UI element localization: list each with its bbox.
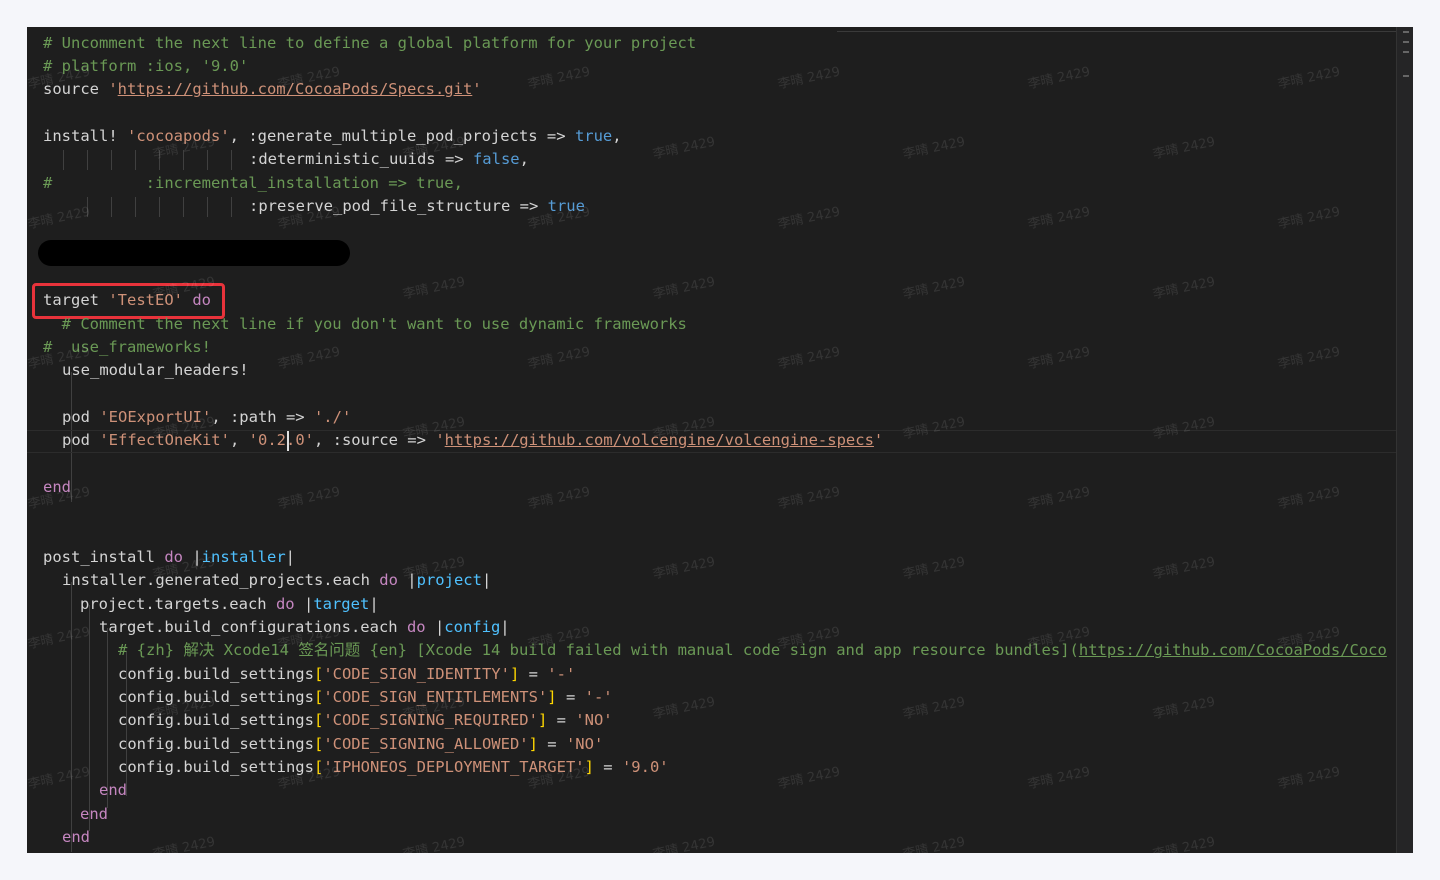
code-line-24: project.targets.each do |target| [80,595,379,613]
redacted-text-bar [38,240,350,266]
alignment-guide [183,197,184,217]
watermark-text: 李晴 2429 [651,274,717,303]
scroll-marker [1403,31,1409,33]
code-line-2: # platform :ios, '9.0' [43,57,249,75]
code-editor[interactable]: # Uncomment the next line to define a gl… [27,27,1413,853]
code-line-33: end [80,805,108,823]
alignment-guide [87,197,88,217]
watermark-text: 李晴 2429 [651,834,717,853]
watermark-text: 李晴 2429 [1276,344,1342,373]
code-line-32: end [99,781,127,799]
alignment-guide [231,150,232,170]
watermark-text: 李晴 2429 [1151,834,1217,853]
watermark-text: 李晴 2429 [901,134,967,163]
alignment-guide [87,150,88,170]
code-line-14: use_modular_headers! [62,361,249,379]
watermark-text: 李晴 2429 [1276,484,1342,513]
watermark-text: 李晴 2429 [776,204,842,233]
code-line-31: config.build_settings['IPHONEOS_DEPLOYME… [118,758,669,776]
code-line-3: source 'https://github.com/CocoaPods/Spe… [43,80,482,98]
text-cursor [287,431,289,451]
watermark-text: 李晴 2429 [901,274,967,303]
watermark-text: 李晴 2429 [526,344,592,373]
code-line-23: installer.generated_projects.each do |pr… [62,571,492,589]
watermark-text: 李晴 2429 [526,64,592,93]
alignment-guide [63,150,64,170]
watermark-text: 李晴 2429 [651,694,717,723]
watermark-text: 李晴 2429 [1276,204,1342,233]
alignment-guide [159,197,160,217]
alignment-guide [207,197,208,217]
code-line-30: config.build_settings['CODE_SIGNING_ALLO… [118,735,604,753]
code-line-25: target.build_configurations.each do |con… [99,618,510,636]
code-line-17: pod 'EffectOneKit', '0.2.0', :source => … [62,431,884,449]
code-line-26: # {zh} 解决 Xcode14 签名问题 {en} [Xcode 14 bu… [118,641,1387,659]
watermark-text: 李晴 2429 [1026,64,1092,93]
watermark-text: 李晴 2429 [276,484,342,513]
alignment-guide [135,197,136,217]
watermark-text: 李晴 2429 [1151,274,1217,303]
code-line-34: end [62,828,90,846]
code-line-29: config.build_settings['CODE_SIGNING_REQU… [118,711,613,729]
watermark-text: 李晴 2429 [1276,764,1342,793]
code-line-6: :deterministic_uuids => false, [249,150,529,168]
watermark-text: 李晴 2429 [27,764,92,793]
watermark-text: 李晴 2429 [526,484,592,513]
watermark-text: 李晴 2429 [901,554,967,583]
code-line-5: install! 'cocoapods', :generate_multiple… [43,127,622,145]
scroll-marker [1403,41,1409,43]
watermark-text: 李晴 2429 [776,344,842,373]
watermark-text: 李晴 2429 [27,624,92,653]
alignment-guide [207,150,208,170]
watermark-text: 李晴 2429 [651,554,717,583]
watermark-text: 李晴 2429 [1026,484,1092,513]
watermark-text: 李晴 2429 [776,764,842,793]
alignment-guide [111,150,112,170]
code-line-7: # :incremental_installation => true, [43,174,463,192]
watermark-text: 李晴 2429 [1151,134,1217,163]
cocoapods-issue-link[interactable]: https://github.com/CocoaPods/Coco [1079,641,1387,659]
scroll-marker [1403,51,1409,53]
watermark-text: 李晴 2429 [276,344,342,373]
code-line-22: post_install do |installer| [43,548,296,566]
watermark-text: 李晴 2429 [1276,64,1342,93]
watermark-text: 李晴 2429 [1026,204,1092,233]
indent-guide [71,582,72,852]
alignment-guide [231,197,232,217]
code-line-12: # Comment the next line if you don't wan… [43,315,687,333]
watermark-text: 李晴 2429 [1151,554,1217,583]
code-line-27: config.build_settings['CODE_SIGN_IDENTIT… [118,665,576,683]
code-line-16: pod 'EOExportUI', :path => './' [62,408,352,426]
watermark-text: 李晴 2429 [151,834,217,853]
watermark-text: 李晴 2429 [401,834,467,853]
watermark-text: 李晴 2429 [401,274,467,303]
code-line-28: config.build_settings['CODE_SIGN_ENTITLE… [118,688,613,706]
code-line-1: # Uncomment the next line to define a gl… [43,34,697,52]
indent-guide [89,605,90,831]
watermark-text: 李晴 2429 [651,134,717,163]
watermark-text: 李晴 2429 [1026,344,1092,373]
alignment-guide [159,150,160,170]
scroll-marker [1403,75,1409,77]
watermark-text: 李晴 2429 [776,64,842,93]
alignment-guide [111,197,112,217]
watermark-text: 李晴 2429 [901,834,967,853]
alignment-guide [183,150,184,170]
code-line-19: end [43,478,71,496]
editor-scrollbar[interactable] [1396,27,1413,853]
code-line-8: :preserve_pod_file_structure => true [249,197,585,215]
watermark-text: 李晴 2429 [901,694,967,723]
volcengine-specs-link[interactable]: https://github.com/volcengine/volcengine… [445,431,874,449]
watermark-text: 李晴 2429 [776,484,842,513]
alignment-guide [135,150,136,170]
watermark-text: 李晴 2429 [1026,764,1092,793]
watermark-text: 李晴 2429 [27,204,92,233]
code-line-13: # use_frameworks! [43,338,211,356]
specs-link[interactable]: https://github.com/CocoaPods/Specs.git [118,80,473,98]
watermark-text: 李晴 2429 [1151,694,1217,723]
editor-top-divider [837,27,1407,32]
